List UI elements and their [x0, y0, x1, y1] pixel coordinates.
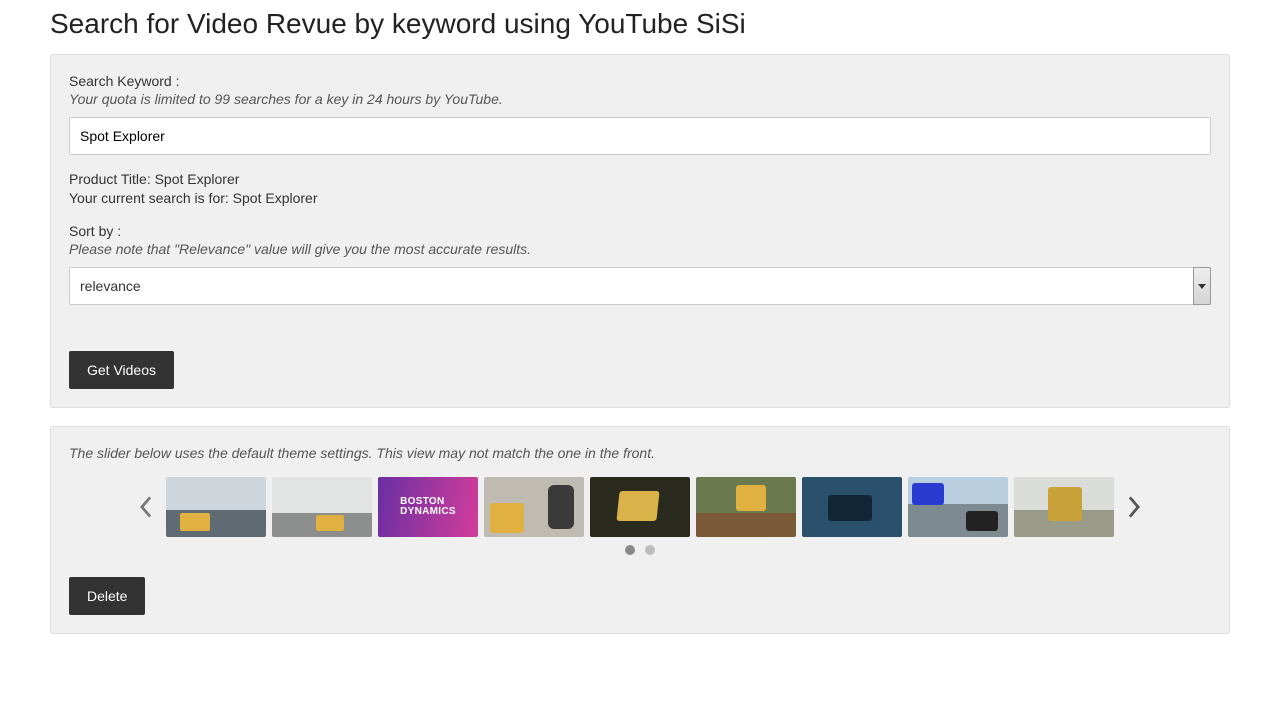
thumb-brand-text: BOSTON DYNAMICS — [400, 497, 456, 518]
video-thumb[interactable] — [696, 477, 796, 537]
slider-dot[interactable] — [645, 545, 655, 555]
quota-hint: Your quota is limited to 99 searches for… — [69, 91, 1211, 107]
page-title: Search for Video Revue by keyword using … — [50, 8, 1230, 40]
slider-next-button[interactable] — [1120, 477, 1148, 537]
search-panel: Search Keyword : Your quota is limited t… — [50, 54, 1230, 408]
sort-by-label: Sort by : — [69, 223, 1211, 239]
slider-prev-button[interactable] — [132, 477, 160, 537]
sort-by-value: relevance — [69, 267, 1211, 305]
search-keyword-input[interactable] — [69, 117, 1211, 155]
search-keyword-label: Search Keyword : — [69, 73, 1211, 89]
video-thumb[interactable] — [166, 477, 266, 537]
slider-panel: The slider below uses the default theme … — [50, 426, 1230, 634]
current-search-line: Your current search is for: Spot Explore… — [69, 190, 1211, 206]
slider-pagination — [69, 545, 1211, 555]
chevron-left-icon — [139, 496, 153, 518]
slider-dot[interactable] — [625, 545, 635, 555]
video-thumb[interactable] — [1014, 477, 1114, 537]
product-title-line: Product Title: Spot Explorer — [69, 171, 1211, 187]
slider-hint: The slider below uses the default theme … — [69, 445, 1211, 461]
video-thumb[interactable]: BOSTON DYNAMICS — [378, 477, 478, 537]
delete-button[interactable]: Delete — [69, 577, 145, 615]
video-thumb[interactable] — [908, 477, 1008, 537]
video-thumb[interactable] — [272, 477, 372, 537]
sort-by-select[interactable]: relevance — [69, 267, 1211, 305]
get-videos-button[interactable]: Get Videos — [69, 351, 174, 389]
video-thumb[interactable] — [484, 477, 584, 537]
chevron-down-icon[interactable] — [1193, 267, 1211, 305]
sort-by-hint: Please note that "Relevance" value will … — [69, 241, 1211, 257]
chevron-right-icon — [1127, 496, 1141, 518]
video-slider: BOSTON DYNAMICS — [69, 477, 1211, 537]
video-thumb[interactable] — [590, 477, 690, 537]
video-thumb[interactable] — [802, 477, 902, 537]
slider-thumbs: BOSTON DYNAMICS — [166, 477, 1114, 537]
